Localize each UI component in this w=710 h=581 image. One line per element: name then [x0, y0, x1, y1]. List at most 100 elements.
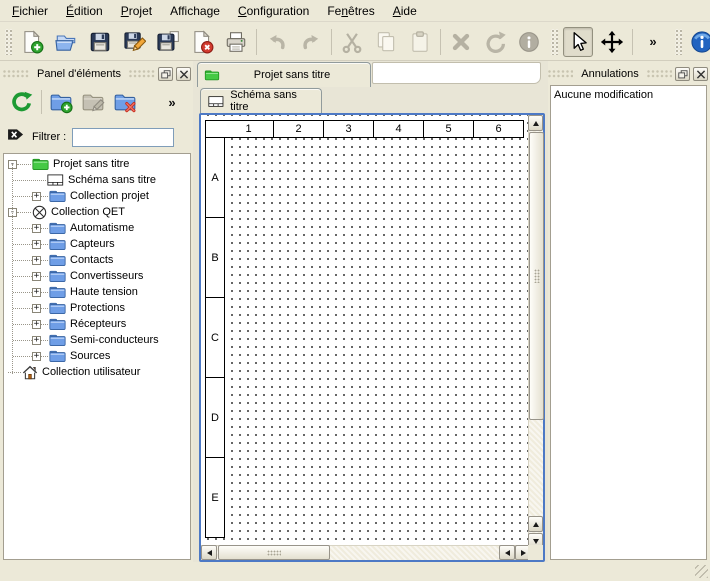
vertical-scroll-thumb[interactable] [529, 132, 544, 420]
tree-item-sources[interactable]: +Sources [4, 348, 190, 364]
toolbar-separator [632, 29, 633, 55]
expand-toggle[interactable]: + [32, 336, 41, 345]
float-icon [161, 70, 171, 79]
diagram-tab[interactable]: Schéma sans titre [200, 88, 322, 113]
tree-item-haute-tension[interactable]: +Haute tension [4, 284, 190, 300]
expand-toggle[interactable]: + [32, 192, 41, 201]
undo-panel-close-button[interactable] [693, 67, 708, 81]
project-window-tab[interactable]: Projet sans titre [197, 62, 371, 87]
vertical-scrollbar[interactable] [528, 115, 543, 549]
undo-step[interactable]: Aucune modification [552, 87, 705, 103]
delete-category-button[interactable] [111, 88, 139, 116]
tree-item-automatisme[interactable]: + Automatisme [4, 220, 190, 236]
expand-toggle[interactable]: + [32, 352, 41, 361]
scroll-left-button[interactable] [201, 545, 217, 560]
undo-icon [265, 30, 289, 54]
cut-icon [340, 30, 364, 54]
tree-item-collection-utilisateur[interactable]: Collection utilisateur [4, 364, 190, 380]
reload-collections-button[interactable] [8, 88, 36, 116]
column-header-2: 2 [274, 120, 324, 138]
scrollbar-corner [528, 545, 543, 560]
row-header-b: B [205, 218, 225, 298]
cut-button [337, 27, 367, 57]
tree-item-recepteurs[interactable]: +Récepteurs [4, 316, 190, 332]
tree-item-capteurs[interactable]: +Capteurs [4, 236, 190, 252]
expand-toggle[interactable]: + [32, 256, 41, 265]
undo-panel-titlebar[interactable]: Annulations [548, 64, 708, 84]
rotate-icon [483, 30, 507, 54]
horizontal-scroll-thumb[interactable] [218, 545, 330, 560]
elements-panel-titlebar[interactable]: Panel d'éléments [3, 64, 191, 84]
tabbar-empty-area [372, 62, 541, 84]
menu-edition[interactable]: Édition [57, 2, 112, 20]
scroll-up-button-2[interactable] [528, 516, 543, 532]
tree-item-label: Projet sans titre [53, 158, 129, 170]
save-button[interactable] [85, 27, 115, 57]
expand-toggle[interactable]: + [32, 288, 41, 297]
move-arrows-icon [600, 30, 624, 54]
document-new-icon [20, 30, 44, 54]
column-header-5: 5 [424, 120, 474, 138]
reload-green-icon [10, 90, 34, 114]
info-gray-icon [517, 30, 541, 54]
menu-aide[interactable]: Aide [384, 2, 426, 20]
tree-item-label: Collection projet [70, 190, 149, 202]
expand-toggle[interactable]: + [32, 320, 41, 329]
close-project-button[interactable] [187, 27, 217, 57]
filter-row: Filtrer : [7, 126, 189, 148]
project-tab-label: Projet sans titre [220, 69, 364, 81]
column-header-4: 4 [374, 120, 424, 138]
tree-item-collection-qet[interactable]: -Collection QET [4, 204, 190, 220]
new-category-button[interactable] [47, 88, 75, 116]
elements-tree[interactable]: -Projet sans titreSchéma sans titre + Coll… [3, 153, 191, 560]
horizontal-scrollbar[interactable] [201, 545, 532, 560]
undo-panel-float-button[interactable] [675, 67, 690, 81]
copy-icon [374, 30, 398, 54]
menu-projet[interactable]: Projet [112, 2, 161, 20]
toolbar-handle[interactable] [5, 29, 12, 55]
tree-item-semi-conducteurs[interactable]: +Semi-conducteurs [4, 332, 190, 348]
elements-panel-close-button[interactable] [176, 67, 191, 81]
folder-blue-icon [49, 285, 66, 299]
tree-item-convertisseurs[interactable]: +Convertisseurs [4, 268, 190, 284]
expand-toggle[interactable]: + [32, 240, 41, 249]
expand-toggle[interactable]: + [32, 224, 41, 233]
toolbar-handle[interactable] [675, 29, 682, 55]
modes-overflow-button[interactable]: » [638, 27, 668, 57]
elements-panel-toolbar: » [4, 84, 188, 120]
scroll-up-button[interactable] [528, 115, 543, 131]
titlebar-texture [3, 70, 29, 79]
menu-fichier[interactable]: Fichier [3, 2, 57, 20]
resize-grip[interactable] [695, 565, 708, 578]
toolbar-handle[interactable] [551, 29, 558, 55]
expand-toggle[interactable]: + [32, 272, 41, 281]
open-project-button[interactable] [51, 27, 81, 57]
about-button[interactable] [687, 27, 710, 57]
filter-input[interactable] [72, 128, 174, 147]
tree-item-projet-sans-titre[interactable]: -Projet sans titre [4, 156, 190, 172]
save-all-button[interactable] [153, 27, 183, 57]
print-button[interactable] [221, 27, 251, 57]
menu-fenetres[interactable]: Fenêtres [318, 2, 383, 20]
new-project-button[interactable] [17, 27, 47, 57]
properties-button [514, 27, 544, 57]
folder-blue-icon [49, 237, 66, 251]
menu-affichage[interactable]: Affichage [161, 2, 229, 20]
elements-panel-float-button[interactable] [158, 67, 173, 81]
undo-history-list[interactable]: Aucune modification [550, 85, 707, 560]
tree-item-label: Automatisme [70, 222, 134, 234]
scroll-left-button-2[interactable] [499, 545, 515, 560]
menu-configuration[interactable]: Configuration [229, 2, 318, 20]
save-as-button[interactable] [119, 27, 149, 57]
pan-mode-button[interactable] [597, 27, 627, 57]
clear-filter-button[interactable] [7, 127, 26, 147]
tree-item-protections[interactable]: +Protections [4, 300, 190, 316]
select-mode-button[interactable] [563, 27, 593, 57]
diagram-canvas[interactable] [201, 115, 528, 545]
expand-toggle[interactable]: + [32, 304, 41, 313]
panel-overflow-button[interactable]: » [158, 88, 186, 116]
tree-item-collection-projet[interactable]: + Collection projet [4, 188, 190, 204]
tree-item-schema-sans-titre[interactable]: Schéma sans titre [4, 172, 190, 188]
edit-category-button [79, 88, 107, 116]
tree-item-contacts[interactable]: +Contacts [4, 252, 190, 268]
